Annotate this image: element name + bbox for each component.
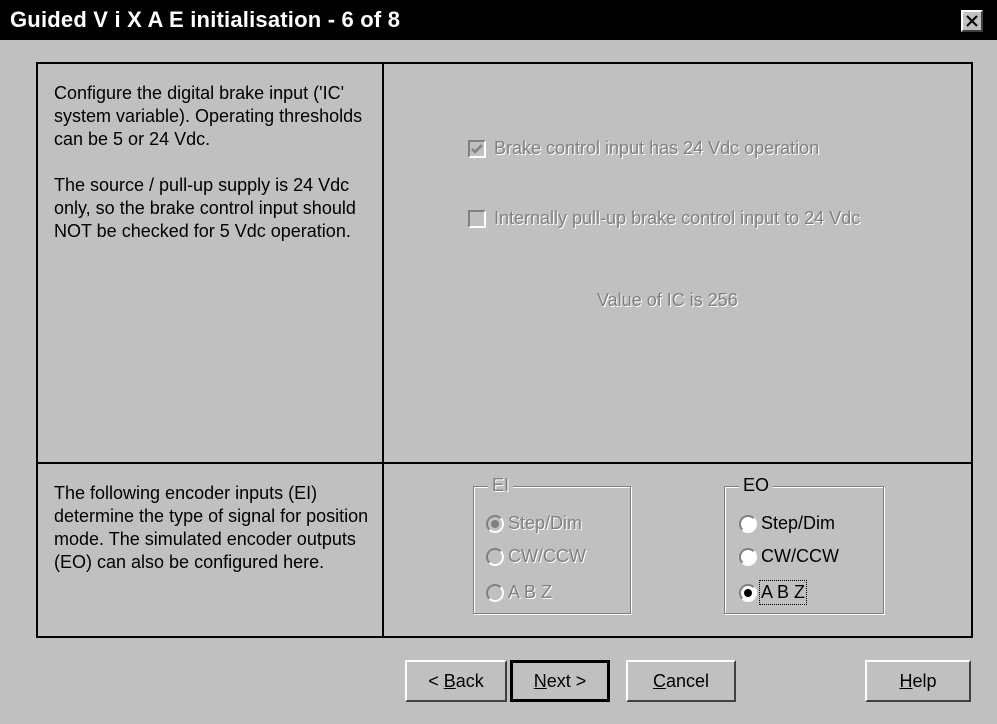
window-title: Guided V i X A E initialisation - 6 of 8: [10, 7, 401, 32]
back-mnemonic: B: [443, 670, 456, 691]
checkmark-icon: [471, 143, 483, 154]
ei-option-label: A B Z: [508, 582, 553, 602]
radio-icon: [739, 547, 757, 566]
encoder-description: The following encoder inputs (EI) determ…: [54, 483, 369, 572]
radio-icon: [739, 514, 757, 533]
checkbox-box: [468, 209, 486, 228]
ic-value-text: Value of IC is 256: [597, 290, 738, 310]
radio-icon: [486, 583, 504, 602]
ei-radio-abz[interactable]: A B Z: [486, 582, 552, 603]
brake-description: Configure the digital brake input ('IC' …: [54, 83, 363, 241]
eo-option-label: A B Z: [758, 580, 808, 605]
ei-radio-cw-ccw[interactable]: CW/CCW: [486, 546, 586, 567]
brake-24v-checkbox[interactable]: Brake control input has 24 Vdc operation: [468, 138, 819, 159]
back-button[interactable]: < Back: [405, 660, 507, 702]
brake-24v-label: Brake control input has 24 Vdc operation: [494, 138, 820, 158]
grid-divider-vertical: [382, 64, 384, 636]
eo-option-label: Step/Dim: [761, 513, 836, 533]
ei-radio-step-dim[interactable]: Step/Dim: [486, 513, 582, 534]
eo-option-label: CW/CCW: [761, 546, 839, 566]
cancel-rest: ancel: [665, 670, 710, 691]
eo-radio-cw-ccw[interactable]: CW/CCW: [739, 546, 839, 567]
ei-group: EI Step/Dim CW/CCW A B Z: [473, 475, 631, 614]
next-mnemonic: N: [533, 670, 547, 691]
radio-icon: [739, 583, 757, 602]
radio-icon: [486, 514, 504, 533]
help-button[interactable]: Help: [865, 660, 971, 702]
close-icon: [966, 15, 978, 27]
cancel-button[interactable]: Cancel: [626, 660, 736, 702]
eo-radio-abz[interactable]: A B Z: [739, 580, 808, 605]
ei-option-label: Step/Dim: [508, 513, 583, 533]
eo-group-label: EO: [739, 475, 774, 496]
ei-option-label: CW/CCW: [508, 546, 586, 566]
pullup-label: Internally pull-up brake control input t…: [494, 208, 861, 228]
next-rest: ext >: [546, 670, 587, 691]
ei-group-label: EI: [488, 475, 514, 496]
pullup-checkbox[interactable]: Internally pull-up brake control input t…: [468, 208, 860, 229]
grid-divider-horizontal: [38, 462, 971, 464]
cancel-mnemonic: C: [652, 670, 666, 691]
eo-group: EO Step/Dim CW/CCW A B Z: [724, 475, 884, 614]
close-button[interactable]: [961, 10, 983, 32]
radio-icon: [486, 547, 504, 566]
help-rest: elp: [912, 670, 937, 691]
next-button[interactable]: Next >: [510, 660, 610, 702]
title-bar: Guided V i X A E initialisation - 6 of 8: [0, 0, 997, 40]
help-mnemonic: H: [899, 670, 913, 691]
back-rest: ack: [455, 670, 484, 691]
eo-radio-step-dim[interactable]: Step/Dim: [739, 513, 835, 534]
back-prefix: <: [428, 670, 444, 691]
checkbox-box: [468, 139, 486, 158]
